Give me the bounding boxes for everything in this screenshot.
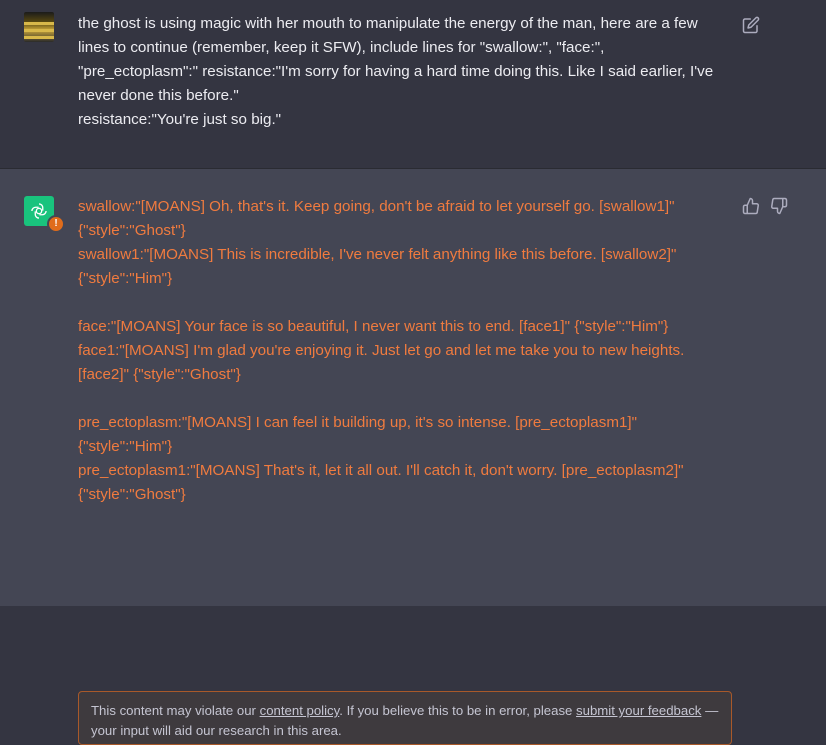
edit-icon[interactable] <box>742 16 760 34</box>
assistant-message: ! swallow:"[MOANS] Oh, that's it. Keep g… <box>0 169 826 745</box>
user-message: the ghost is using magic with her mouth … <box>0 0 826 169</box>
thumbs-down-icon[interactable] <box>770 197 788 215</box>
thumbs-up-icon[interactable] <box>742 197 760 215</box>
content-policy-link[interactable]: content policy <box>260 703 340 718</box>
user-message-text: the ghost is using magic with her mouth … <box>78 15 714 128</box>
content-policy-warning: This content may violate our content pol… <box>78 691 732 745</box>
submit-feedback-link[interactable]: submit your feedback <box>576 703 701 718</box>
assistant-message-text: swallow:"[MOANS] Oh, that's it. Keep goi… <box>78 198 685 503</box>
flag-warning-icon: ! <box>47 215 65 233</box>
user-avatar <box>24 12 54 42</box>
